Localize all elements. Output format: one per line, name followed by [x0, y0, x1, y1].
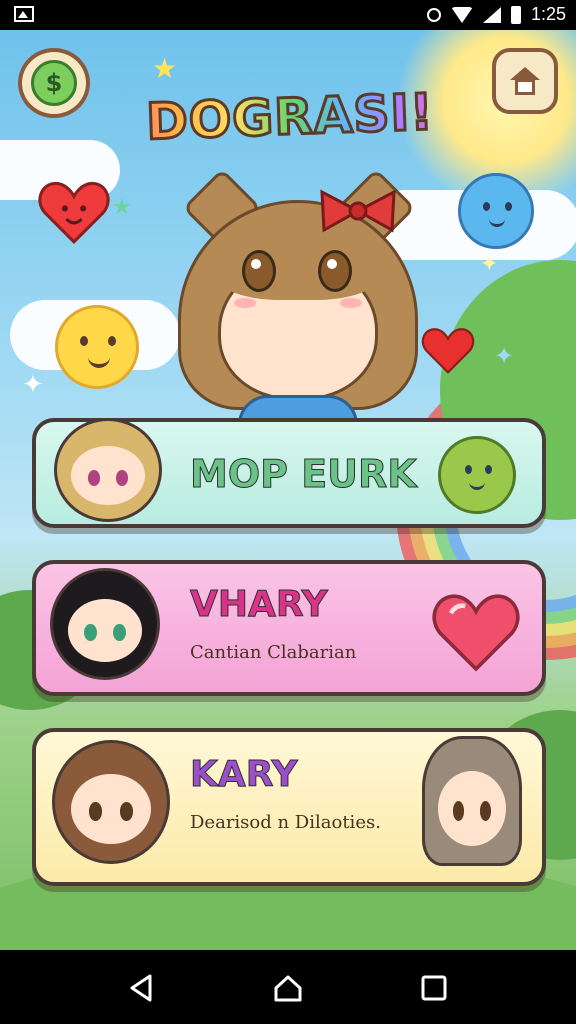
main-character-girl: [178, 168, 418, 455]
character-avatar: [50, 568, 160, 680]
blue-blob-character-icon: [458, 173, 534, 249]
character-card-3[interactable]: KARY Dearisod n Dilaoties.: [32, 728, 546, 886]
gallery-notification-icon: [14, 6, 34, 22]
character-avatar: [54, 418, 162, 522]
status-bar: 1:25: [0, 0, 576, 30]
star-icon: ✦: [22, 370, 44, 400]
back-triangle-icon[interactable]: [126, 972, 158, 1004]
character-card-2[interactable]: VHARY Cantian Clabarian: [32, 560, 546, 696]
sun-character-icon: [55, 305, 139, 389]
chibi-character-icon: [422, 736, 522, 866]
heart-icon: [432, 594, 520, 672]
card-title: VHARY: [190, 584, 329, 626]
card-title: KARY: [190, 754, 299, 796]
home-icon: [510, 67, 540, 95]
heart-icon: [38, 181, 110, 245]
money-button[interactable]: $: [18, 48, 90, 118]
status-time: 1:25: [530, 4, 566, 24]
money-bag-icon: $: [31, 60, 77, 106]
home-button[interactable]: [492, 48, 558, 114]
battery-icon: [510, 5, 521, 24]
character-avatar: [52, 740, 170, 864]
star-icon: ★: [152, 52, 178, 85]
game-title: DOGRASI!: [119, 81, 461, 152]
star-icon: ✦: [480, 252, 499, 277]
card-title: MOP EURK: [190, 452, 418, 497]
status-icons: 1:25: [426, 4, 566, 25]
system-nav-bar: [0, 950, 576, 1024]
character-card-1[interactable]: MOP EURK: [32, 418, 546, 528]
signal-icon: [482, 6, 501, 23]
star-icon: ✦: [494, 342, 515, 370]
card-subtitle: Cantian Clabarian: [190, 642, 357, 663]
small-heart-icon: [421, 328, 475, 374]
alarm-icon: [426, 7, 441, 22]
home-circle-icon[interactable]: [272, 972, 304, 1004]
star-icon: ★: [112, 195, 132, 220]
wifi-icon: [450, 6, 473, 23]
card-subtitle: Dearisod n Dilaoties.: [190, 812, 381, 833]
red-bow-icon: [320, 189, 396, 233]
green-blob-character-icon: [438, 436, 516, 514]
recents-square-icon[interactable]: [418, 972, 450, 1004]
